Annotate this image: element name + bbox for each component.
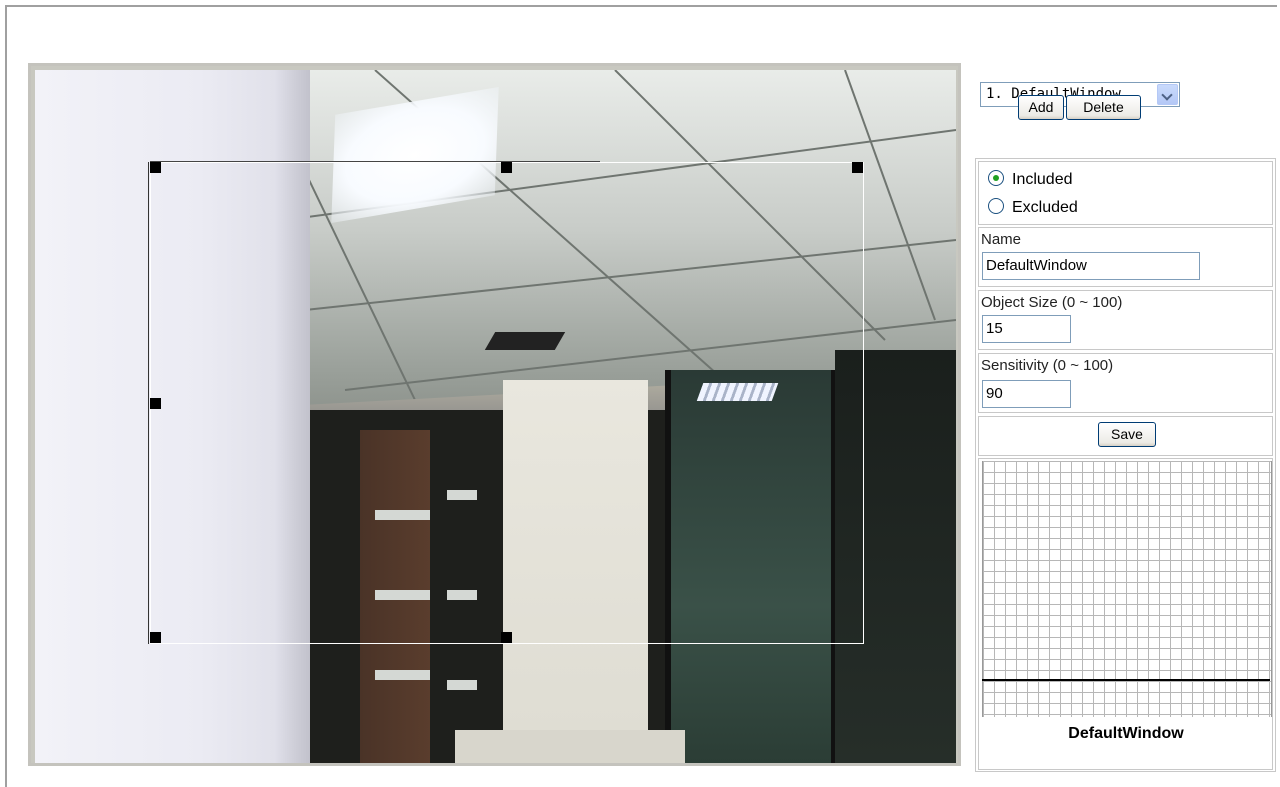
excluded-radio[interactable] [988,198,1004,214]
resize-handle-bottom-center[interactable] [501,632,512,643]
add-button[interactable]: Add [1018,95,1064,120]
detection-window-left-edge [148,162,149,644]
window-slit [447,680,477,690]
included-option[interactable]: Included [988,170,1073,190]
resize-handle-middle-left[interactable] [150,398,161,409]
sensitivity-label: Sensitivity (0 ~ 100) [981,357,1114,374]
threshold-line [982,679,1270,681]
resize-handle-top-right[interactable] [852,162,863,173]
sensitivity-input[interactable]: 90 [982,380,1071,408]
included-label: Included [1012,171,1073,188]
object-size-label: Object Size (0 ~ 100) [981,294,1123,311]
detection-window[interactable] [150,162,864,644]
detection-window-top-edge [150,161,600,162]
activity-graph-label: DefaultWindow [1068,725,1184,742]
name-input[interactable]: DefaultWindow [982,252,1200,280]
resize-handle-bottom-left[interactable] [150,632,161,643]
resize-handle-top-left[interactable] [150,162,161,173]
object-size-input[interactable]: 15 [982,315,1071,343]
name-label: Name [981,231,1022,248]
excluded-label: Excluded [1012,199,1078,216]
delete-button[interactable]: Delete [1066,95,1141,120]
excluded-option[interactable]: Excluded [988,198,1078,218]
resize-handle-top-center[interactable] [501,162,512,173]
desk [455,730,685,763]
window-slit [375,670,430,680]
included-radio[interactable] [988,170,1004,186]
save-button[interactable]: Save [1098,422,1156,447]
chevron-down-icon[interactable] [1157,84,1178,105]
